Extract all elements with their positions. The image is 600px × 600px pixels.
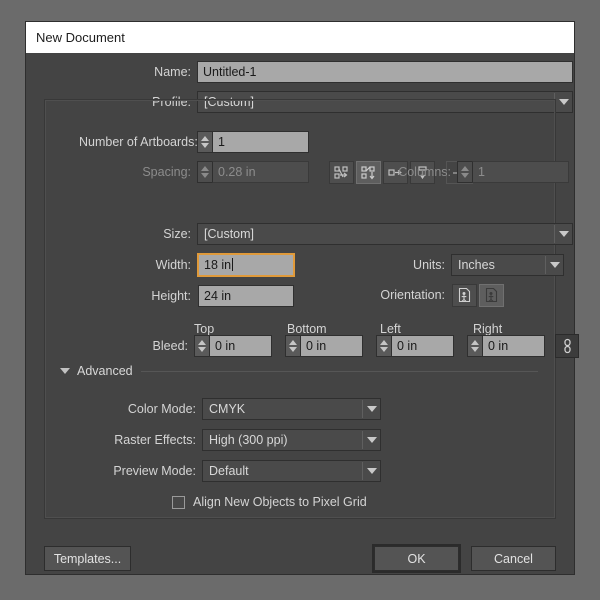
align-pixel-grid-label: Align New Objects to Pixel Grid	[193, 495, 367, 509]
spacing-row: Spacing: 0.28 in	[110, 161, 309, 183]
cancel-button[interactable]: Cancel	[471, 546, 556, 571]
size-row: Size: [Custom]	[136, 223, 573, 245]
orientation-buttons	[452, 283, 506, 307]
columns-stepper: 1	[457, 161, 569, 183]
columns-spinner	[457, 161, 472, 183]
advanced-rule	[140, 370, 538, 372]
chevron-down-icon	[60, 368, 70, 374]
width-value: 18 in	[204, 258, 232, 272]
advanced-label: Advanced	[77, 364, 133, 378]
spacing-label: Spacing:	[142, 165, 191, 179]
size-label: Size:	[163, 227, 191, 241]
spacing-spinner	[197, 161, 212, 183]
width-row: Width: 18 in	[136, 254, 294, 276]
units-row: Units: Inches	[399, 254, 564, 276]
link-chain-icon[interactable]	[555, 334, 579, 358]
dialog-titlebar: New Document	[26, 22, 574, 53]
bleed-left-spinner[interactable]	[376, 335, 391, 357]
grid-by-row-icon-button[interactable]	[329, 161, 354, 184]
align-pixel-grid-checkbox[interactable]	[172, 495, 185, 509]
color-mode-label: Color Mode:	[127, 402, 196, 416]
text-caret	[232, 258, 234, 271]
artboards-label: Number of Artboards:	[79, 135, 198, 149]
size-value: [Custom]	[204, 227, 255, 241]
bleed-label: Bleed:	[152, 339, 188, 353]
raster-effects-row: Raster Effects: High (300 ppi)	[108, 429, 381, 451]
orientation-row: Orientation:	[359, 283, 506, 307]
align-pixel-grid-row[interactable]: Align New Objects to Pixel Grid	[172, 491, 367, 513]
color-mode-row: Color Mode: CMYK	[126, 398, 381, 420]
bleed-top-input[interactable]: 0 in	[209, 335, 272, 357]
name-label: Name:	[154, 65, 191, 79]
columns-label: Columns:	[398, 165, 451, 179]
grid-by-column-icon-button[interactable]	[356, 161, 381, 184]
portrait-icon-button[interactable]	[452, 283, 477, 307]
bleed-right-stepper[interactable]: 0 in	[467, 335, 545, 357]
size-dropdown[interactable]: [Custom]	[197, 223, 573, 245]
ok-button[interactable]: OK	[374, 546, 459, 571]
columns-row: Columns: 1	[381, 161, 569, 183]
preview-mode-value: Default	[209, 464, 249, 478]
raster-effects-dropdown[interactable]: High (300 ppi)	[202, 429, 381, 451]
units-label: Units:	[413, 258, 445, 272]
bleed-row: Bleed: 0 in 0 in 0 in 0 in	[136, 334, 579, 358]
preview-mode-label: Preview Mode:	[113, 464, 196, 478]
templates-button[interactable]: Templates...	[44, 546, 131, 571]
color-mode-dropdown[interactable]: CMYK	[202, 398, 381, 420]
spacing-input: 0.28 in	[212, 161, 309, 183]
height-row: Height: 24 in	[136, 285, 294, 307]
bleed-left-input[interactable]: 0 in	[391, 335, 454, 357]
artboards-stepper[interactable]: 1	[197, 131, 309, 153]
new-document-dialog: New Document Name: Untitled-1 Profile: […	[26, 22, 579, 574]
raster-effects-value: High (300 ppi)	[209, 433, 288, 447]
height-input[interactable]: 24 in	[198, 285, 294, 307]
bleed-top-stepper[interactable]: 0 in	[194, 335, 272, 357]
columns-input: 1	[472, 161, 569, 183]
bleed-right-input[interactable]: 0 in	[482, 335, 545, 357]
name-input[interactable]: Untitled-1	[197, 61, 573, 83]
units-dropdown[interactable]: Inches	[451, 254, 564, 276]
width-label: Width:	[155, 258, 191, 272]
chevron-down-icon	[555, 224, 572, 244]
artboards-input[interactable]: 1	[212, 131, 309, 153]
chevron-down-icon	[363, 430, 380, 450]
bleed-bottom-stepper[interactable]: 0 in	[285, 335, 363, 357]
chevron-down-icon	[363, 399, 380, 419]
width-input[interactable]: 18 in	[198, 254, 294, 276]
height-label: Height:	[151, 289, 191, 303]
chevron-down-icon	[363, 461, 380, 481]
dialog-body: Name: Untitled-1 Profile: [Custom] Numbe…	[26, 53, 579, 574]
bleed-left-stepper[interactable]: 0 in	[376, 335, 454, 357]
chevron-down-icon	[546, 255, 563, 275]
bleed-right-spinner[interactable]	[467, 335, 482, 357]
orientation-label: Orientation:	[380, 288, 445, 302]
raster-effects-label: Raster Effects:	[114, 433, 196, 447]
units-value: Inches	[458, 258, 495, 272]
name-row: Name: Untitled-1	[136, 61, 573, 83]
bleed-top-spinner[interactable]	[194, 335, 209, 357]
bleed-bottom-input[interactable]: 0 in	[300, 335, 363, 357]
color-mode-value: CMYK	[209, 402, 246, 416]
landscape-icon-button[interactable]	[479, 283, 504, 307]
dialog-title: New Document	[36, 30, 125, 45]
preview-mode-dropdown[interactable]: Default	[202, 460, 381, 482]
chevron-down-icon	[555, 92, 572, 112]
artboards-row: Number of Artboards: 1	[79, 131, 309, 153]
artboards-spinner[interactable]	[197, 131, 212, 153]
spacing-stepper: 0.28 in	[197, 161, 309, 183]
bleed-bottom-spinner[interactable]	[285, 335, 300, 357]
preview-mode-row: Preview Mode: Default	[109, 460, 381, 482]
advanced-section-header[interactable]: Advanced	[60, 364, 538, 378]
